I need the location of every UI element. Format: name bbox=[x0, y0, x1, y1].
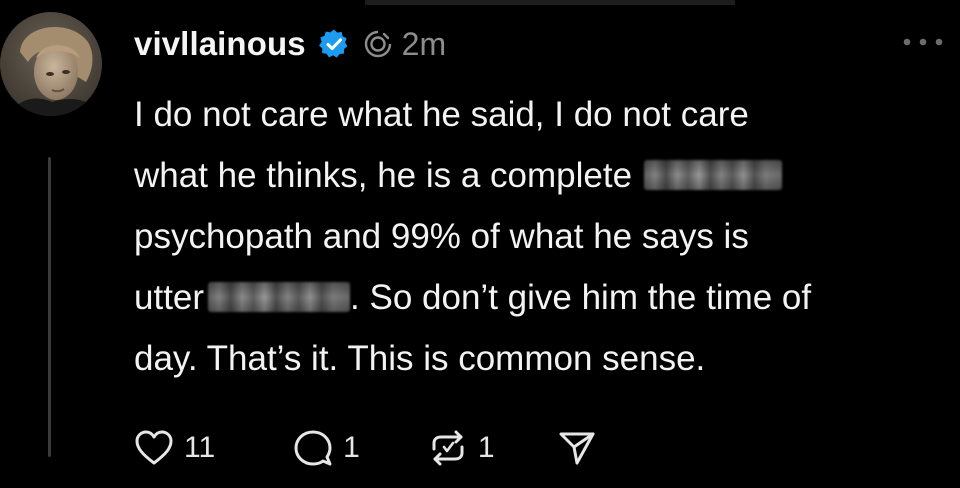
repost-button[interactable]: 1 bbox=[428, 429, 495, 467]
post-header: vivllainous 2m bbox=[134, 22, 446, 66]
more-options-icon bbox=[903, 38, 943, 46]
like-button[interactable]: 11 bbox=[134, 429, 215, 467]
share-button[interactable] bbox=[557, 429, 597, 467]
reposted-indicator-icon bbox=[362, 28, 394, 60]
post-text: psychopath and 99% of what he says is bbox=[134, 217, 749, 256]
post-line: what he thinks, he is a complete bbox=[134, 145, 944, 206]
thread-line bbox=[48, 157, 51, 457]
post-text: . So don’t give him the time of bbox=[350, 278, 812, 317]
comment-icon bbox=[294, 430, 332, 466]
post-text: I do not care what he said, I do not car… bbox=[134, 95, 749, 134]
post-text: what he thinks, he is a complete bbox=[134, 156, 633, 195]
top-bar bbox=[365, 0, 735, 5]
send-icon bbox=[559, 432, 595, 465]
post-line: I do not care what he said, I do not car… bbox=[134, 84, 944, 145]
post-text: utter bbox=[134, 278, 205, 317]
username[interactable]: vivllainous bbox=[134, 25, 306, 63]
timestamp: 2m bbox=[401, 25, 447, 62]
action-bar: 11 1 1 bbox=[134, 420, 597, 476]
post-line: day. That’s it. This is common sense. bbox=[134, 328, 944, 389]
repost-icon bbox=[432, 430, 464, 466]
avatar[interactable] bbox=[0, 12, 102, 116]
verified-badge-icon bbox=[318, 28, 350, 60]
reply-count: 1 bbox=[343, 431, 360, 464]
post-line: utter . So don’t give him the time of bbox=[134, 267, 944, 328]
redacted-word-blur bbox=[644, 159, 783, 190]
reply-button[interactable]: 1 bbox=[293, 429, 360, 467]
post-body: I do not care what he said, I do not car… bbox=[134, 84, 944, 389]
repost-count: 1 bbox=[477, 431, 495, 464]
like-count: 11 bbox=[184, 431, 216, 464]
more-options-button[interactable] bbox=[900, 32, 946, 52]
redacted-word-blur bbox=[208, 281, 351, 312]
post-line: psychopath and 99% of what he says is bbox=[134, 206, 944, 267]
avatar-image bbox=[0, 12, 102, 116]
heart-icon bbox=[135, 430, 173, 465]
post-text: day. That’s it. This is common sense. bbox=[134, 339, 706, 378]
